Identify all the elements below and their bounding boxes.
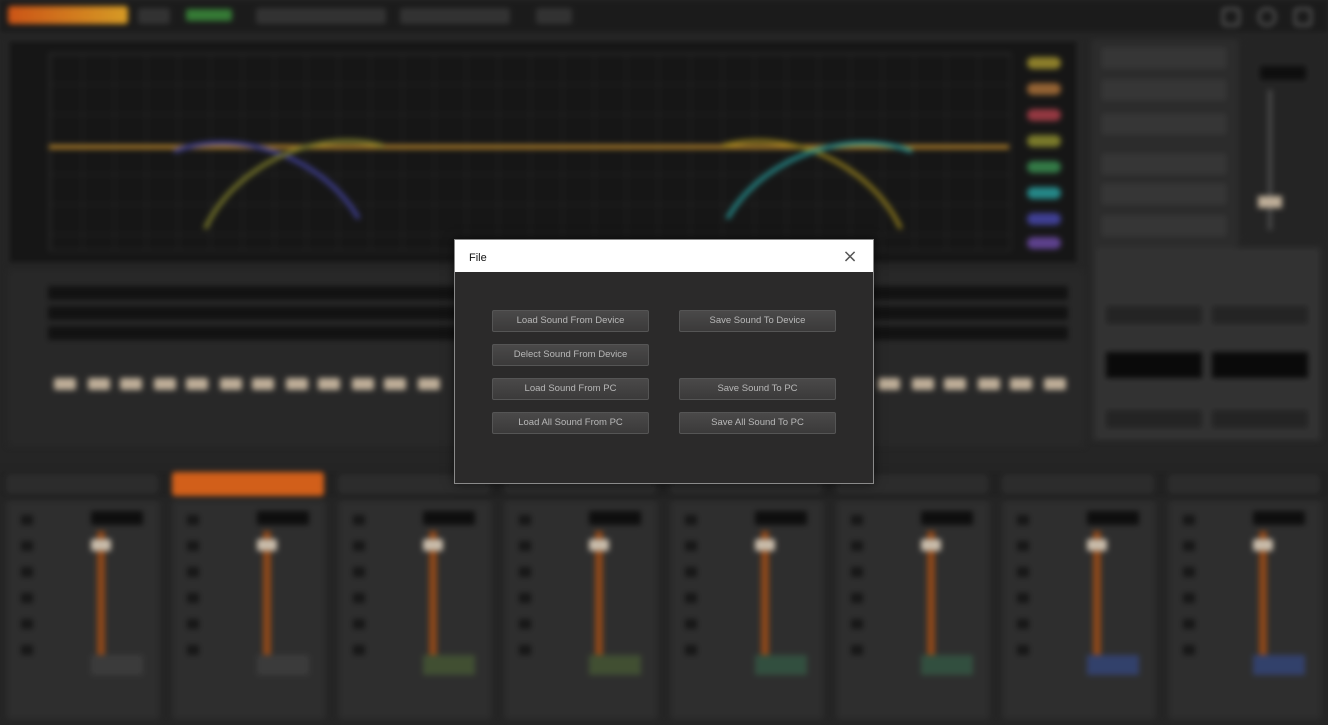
delete-sound-from-device-button[interactable]: Delect Sound From Device [492, 344, 649, 366]
close-icon[interactable]: × [839, 247, 861, 267]
save-sound-to-device-button[interactable]: Save Sound To Device [679, 310, 836, 332]
load-all-sound-from-pc-button[interactable]: Load All Sound From PC [492, 412, 649, 434]
save-sound-to-pc-button[interactable]: Save Sound To PC [679, 378, 836, 400]
file-dialog: File × Load Sound From Device Save Sound… [454, 239, 874, 484]
load-sound-from-pc-button[interactable]: Load Sound From PC [492, 378, 649, 400]
load-sound-from-device-button[interactable]: Load Sound From Device [492, 310, 649, 332]
dialog-header: File × [455, 240, 873, 272]
dialog-title: File [469, 252, 487, 264]
save-all-sound-to-pc-button[interactable]: Save All Sound To PC [679, 412, 836, 434]
